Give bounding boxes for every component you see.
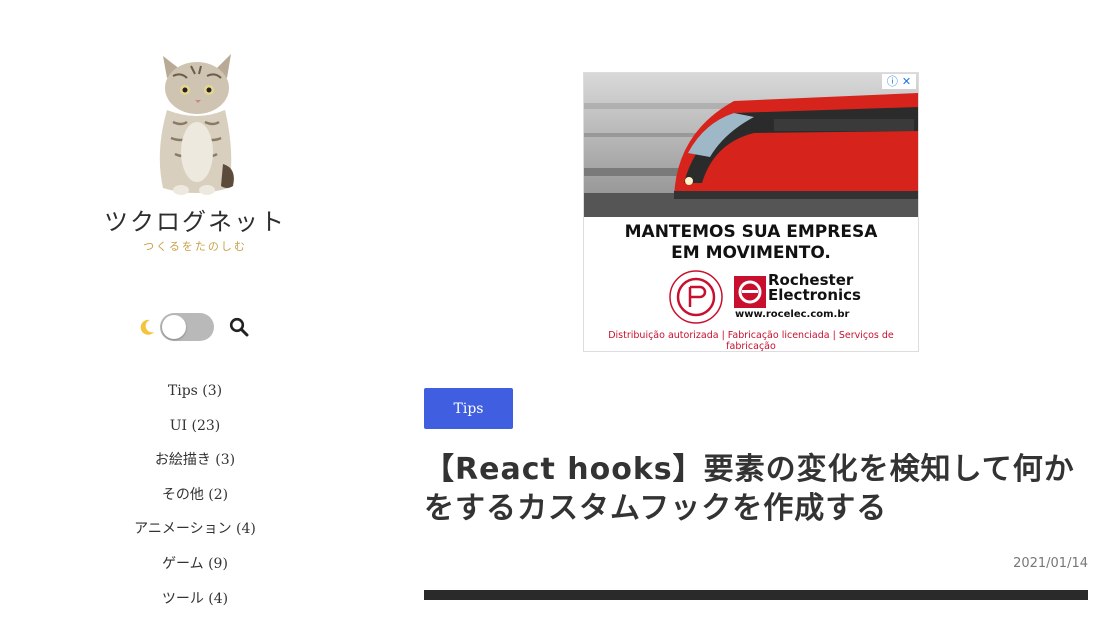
category-item: アニメーション (4) [0,518,390,553]
advertisement[interactable]: ⓘ ✕ MANTEMOS SUA EMPRESA EM MOVIMENTO. R… [583,72,919,352]
toggle-knob [162,315,186,339]
category-list: Tips (3) UI (23) お絵描き (3) その他 (2) アニメーショ… [0,380,390,622]
ad-headline-line-2: EM MOVIMENTO. [671,243,831,263]
ad-choices[interactable]: ⓘ ✕ [882,74,916,89]
rochester-logo-icon [734,276,766,308]
category-link-game[interactable]: ゲーム (9) [162,556,228,572]
category-item: UI (23) [0,415,390,450]
category-link-tips[interactable]: Tips (3) [168,383,222,399]
post-category-tag[interactable]: Tips [424,388,513,429]
ad-brand-line-2: Electronics [768,286,861,304]
site-tagline: つくるをたのしむ [143,240,247,253]
category-item: Tips (3) [0,380,390,415]
category-link-other[interactable]: その他 (2) [162,487,228,503]
sidebar: ツクログネット つくるをたのしむ Tips (3) UI (23) お絵描き (… [0,0,390,607]
ad-info-icon[interactable]: ⓘ [887,74,898,89]
category-item: ツール (4) [0,588,390,622]
category-link-animation[interactable]: アニメーション (4) [134,521,256,537]
ad-headline-line-1: MANTEMOS SUA EMPRESA [624,222,878,242]
ad-footer-text: Distribuição autorizada | Fabricação lic… [608,330,894,352]
category-link-tool[interactable]: ツール (4) [162,591,228,607]
dark-mode-toggle[interactable] [160,313,214,341]
post-title: 【React hooks】要素の変化を検知して何かをするカスタムフックを作成する [424,452,1075,526]
ad-headline: MANTEMOS SUA EMPRESA EM MOVIMENTO. [584,222,918,264]
cat-logo[interactable] [145,52,245,200]
category-item: ゲーム (9) [0,553,390,588]
code-block-top [424,590,1088,600]
category-link-ui[interactable]: UI (23) [170,418,221,434]
moon-icon [140,319,154,335]
ad-close-icon[interactable]: ✕ [902,74,911,89]
post-date: 2021/01/14 [1013,556,1088,571]
search-icon[interactable] [229,317,249,337]
category-item: お絵描き (3) [0,449,390,484]
ad-url: www.rocelec.com.br [735,309,850,320]
ad-brand-name: Rochester Electronics [768,273,861,303]
category-item: その他 (2) [0,484,390,519]
category-link-drawing[interactable]: お絵描き (3) [155,452,235,468]
ad-train-image [584,73,918,217]
site-title[interactable]: ツクログネット [0,202,390,237]
authorized-seal-icon [669,270,723,324]
